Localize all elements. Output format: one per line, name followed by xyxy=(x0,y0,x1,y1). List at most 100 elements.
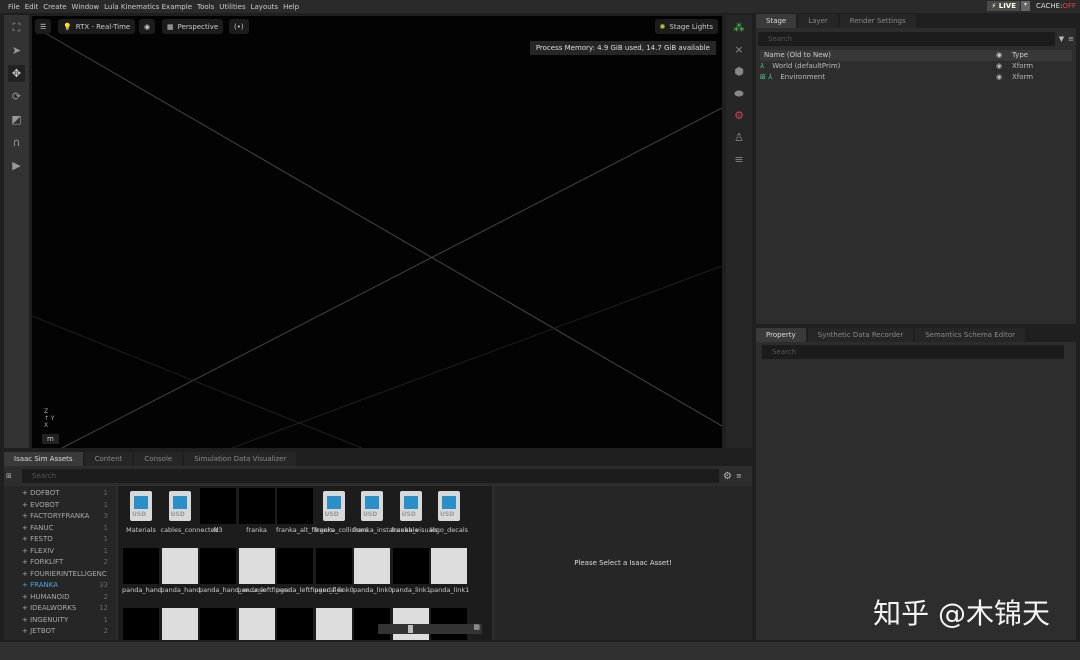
tree-item[interactable]: + DOFBOT1 xyxy=(4,488,116,500)
tab[interactable]: Render Settings xyxy=(840,14,916,28)
expand-icon[interactable]: + xyxy=(22,581,30,589)
tab[interactable]: Property xyxy=(756,328,806,342)
play-icon[interactable]: ▶ xyxy=(8,157,25,174)
menu-item[interactable]: Edit xyxy=(25,3,39,11)
select-icon[interactable]: ➤ xyxy=(8,42,25,59)
menu-icon[interactable]: ≡ xyxy=(1068,35,1074,43)
renderer-button[interactable]: 💡RTX - Real-Time xyxy=(58,19,135,34)
asset-tile[interactable] xyxy=(199,608,237,640)
tab[interactable]: Isaac Sim Assets xyxy=(4,452,83,466)
cube-icon[interactable]: ⬢ xyxy=(730,63,748,81)
menu-item[interactable]: Utilities xyxy=(219,3,245,11)
stage-lights-button[interactable]: ✺Stage Lights xyxy=(655,19,718,34)
robot-icon[interactable]: ⁂ xyxy=(730,19,748,37)
expand-icon[interactable]: + xyxy=(22,616,30,624)
expand-icon[interactable]: + xyxy=(22,501,30,509)
tab[interactable]: Console xyxy=(134,452,182,466)
visibility-button[interactable]: ◉ xyxy=(139,19,155,34)
tree-toggle-icon[interactable]: ⊞ xyxy=(6,472,18,480)
expand-icon[interactable]: + xyxy=(22,593,30,601)
close-icon[interactable]: × xyxy=(730,41,748,59)
tree-item[interactable]: + FOURIERINTELLIGENC xyxy=(4,569,116,581)
property-search-input[interactable]: Search xyxy=(762,345,1064,359)
filter-icon[interactable]: ▼ xyxy=(1059,35,1064,43)
asset-tile[interactable]: panda_link1 xyxy=(430,548,468,594)
camera-button[interactable]: ▦Perspective xyxy=(162,19,223,34)
tab[interactable]: Stage xyxy=(756,14,796,28)
expand-icon[interactable]: + xyxy=(22,558,30,566)
expand-icon[interactable]: + xyxy=(22,547,30,555)
scale-icon[interactable]: ◩ xyxy=(8,111,25,128)
expand-icon[interactable]: + xyxy=(22,570,30,578)
asset-tile[interactable]: franka xyxy=(238,488,276,534)
tree-item[interactable]: + FACTORYFRANKA3 xyxy=(4,511,116,523)
asset-tile[interactable]: panda_link1 xyxy=(392,548,430,594)
asset-tile[interactable]: cables_connected xyxy=(161,488,199,534)
asset-tile[interactable] xyxy=(315,608,353,640)
visibility-icon[interactable]: ◉ xyxy=(996,72,1012,83)
menu-item[interactable]: Window xyxy=(72,3,100,11)
tree-item[interactable]: + FANUC1 xyxy=(4,523,116,535)
menu-item[interactable]: File xyxy=(8,3,20,11)
visibility-icon[interactable]: ◉ xyxy=(996,61,1012,72)
move-icon[interactable]: ✥ xyxy=(8,65,25,82)
grid-view-icon[interactable]: ▦ xyxy=(473,623,480,631)
expand-icon[interactable]: + xyxy=(22,535,30,543)
asset-tile[interactable]: panda_hand xyxy=(122,548,160,594)
tab[interactable]: Synthetic Data Recorder xyxy=(808,328,914,342)
expand-icon[interactable]: + xyxy=(22,524,30,532)
asset-tile[interactable]: panda_hand_re...nse xyxy=(199,548,237,594)
expand-icon[interactable]: + xyxy=(22,489,30,497)
rotate-icon[interactable]: ⟳ xyxy=(8,88,25,105)
tree-item[interactable]: + JETBOT2 xyxy=(4,626,116,638)
expand-icon[interactable]: + xyxy=(22,627,30,635)
tree-item[interactable]: + INGENUITY1 xyxy=(4,615,116,627)
stage-row[interactable]: ⊞ ⅄ Environment◉Xform xyxy=(760,72,1072,83)
sliders-icon[interactable]: ≡ xyxy=(730,151,748,169)
asset-tile[interactable] xyxy=(122,608,160,640)
gear-icon[interactable]: ⚙ xyxy=(723,471,732,482)
broadcast-button[interactable]: (•) xyxy=(229,19,249,34)
tree-item[interactable]: + FRANKA33 xyxy=(4,580,116,592)
tree-item[interactable]: + FORKLIFT2 xyxy=(4,557,116,569)
settings-button[interactable]: ☰ xyxy=(35,19,51,34)
thumbnail-size-slider[interactable]: ▦ xyxy=(378,624,482,634)
menu-item[interactable]: Create xyxy=(43,3,66,11)
menu-item[interactable]: Tools xyxy=(197,3,214,11)
menu-item[interactable]: Layouts xyxy=(251,3,278,11)
asset-name: Materials xyxy=(122,526,160,534)
live-button[interactable]: ⚡ LIVE xyxy=(987,1,1020,11)
tab[interactable]: Layer xyxy=(798,14,838,28)
live-dropdown[interactable]: ▾ xyxy=(1021,1,1030,11)
gear-icon[interactable]: ⚙ xyxy=(730,107,748,125)
tree-item[interactable]: + IDEALWORKS12 xyxy=(4,603,116,615)
asset-tile[interactable]: franka_alt_fingers xyxy=(276,488,314,534)
viewport[interactable]: ☰ 💡RTX - Real-Time ◉ ▦Perspective (•) ✺S… xyxy=(32,16,722,448)
asset-grid: panda_link1panda_link1panda_link0panda_l… xyxy=(118,486,492,640)
asset-search-input[interactable]: Search xyxy=(22,469,719,483)
tree-item[interactable]: + FESTO1 xyxy=(4,534,116,546)
tree-item[interactable]: + HUMANOID2 xyxy=(4,592,116,604)
tree-item[interactable]: + EVOBOT1 xyxy=(4,500,116,512)
cylinder-icon[interactable]: ⬬ xyxy=(730,85,748,103)
asset-tile[interactable] xyxy=(276,608,314,640)
expand-icon[interactable]: + xyxy=(22,604,30,612)
tab[interactable]: Simulation Data Visualizer xyxy=(184,452,296,466)
asset-tile[interactable] xyxy=(238,608,276,640)
asset-tile[interactable] xyxy=(161,608,199,640)
menu-icon[interactable]: ≡ xyxy=(736,472,750,480)
menu-item[interactable]: Lula Kinematics Example xyxy=(104,3,192,11)
stage-search-input[interactable]: Search xyxy=(758,32,1055,46)
tab[interactable]: Content xyxy=(85,452,133,466)
asset-tile[interactable]: panda_hand xyxy=(161,548,199,594)
asset-tile[interactable]: Materials xyxy=(122,488,160,534)
stage-row[interactable]: ⅄ World (defaultPrim)◉Xform xyxy=(760,61,1072,72)
menu-item[interactable]: Help xyxy=(283,3,299,11)
asset-tile[interactable]: panda_link0 xyxy=(353,548,391,594)
figure-icon[interactable]: ♙ xyxy=(730,129,748,147)
tree-item[interactable]: + FLEXIV1 xyxy=(4,546,116,558)
snap-magnet-icon[interactable]: ∩ xyxy=(8,134,25,151)
expand-icon[interactable]: + xyxy=(22,512,30,520)
tab[interactable]: Semantics Schema Editor xyxy=(915,328,1025,342)
frame-icon[interactable]: ⛶ xyxy=(8,19,25,36)
